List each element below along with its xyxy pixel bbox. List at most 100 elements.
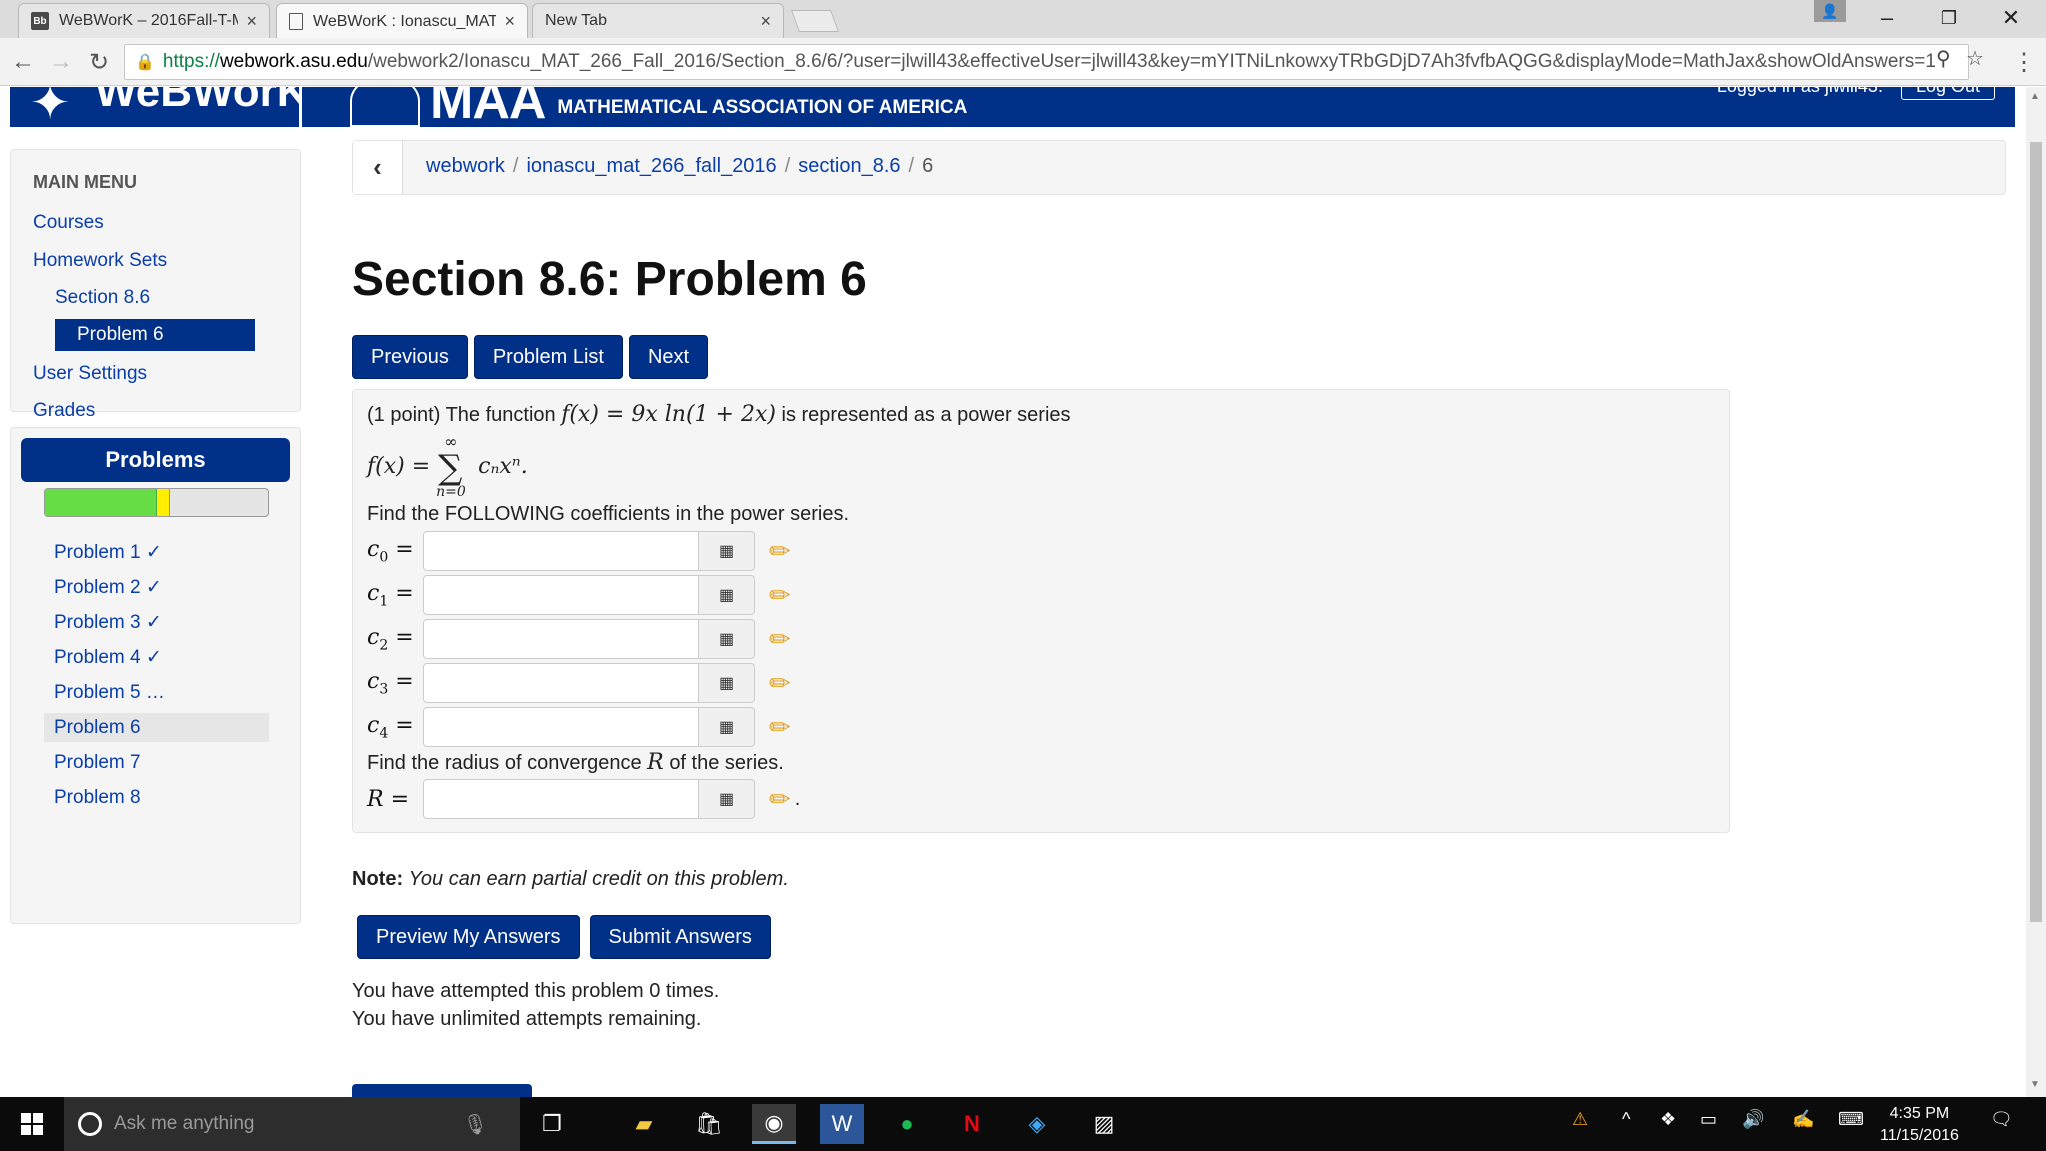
answer-input-c2[interactable] — [423, 619, 699, 659]
keypad-icon[interactable]: ▦ — [699, 531, 755, 571]
problem-list-button[interactable]: Problem List — [473, 335, 623, 379]
chrome-icon[interactable]: ◉ — [752, 1104, 796, 1144]
pencil-icon[interactable]: ✏ — [769, 580, 791, 611]
problems-panel: Problems Problem 1 ✓ Problem 2 ✓ Problem… — [10, 427, 301, 924]
photos-icon[interactable]: ▨ — [1082, 1104, 1126, 1144]
problem-link[interactable]: Problem 4 ✓ — [44, 643, 269, 672]
microphone-icon[interactable]: 🎙 — [463, 1112, 488, 1137]
sidebar-item-grades[interactable]: Grades — [33, 400, 95, 422]
maa-logo[interactable]: MAA MATHEMATICAL ASSOCIATION OF AMERICA — [350, 87, 967, 131]
answer-input-c3[interactable] — [423, 663, 699, 703]
page-viewport: ✦ WeBWorK MAA MATHEMATICAL ASSOCIATION O… — [0, 87, 2026, 1097]
browser-tab-webwork[interactable]: WeBWorK : Ionascu_MAT × — [276, 3, 528, 39]
pencil-icon[interactable]: ✏ — [769, 784, 791, 815]
windows-taskbar: Ask me anything 🎙 ❐ ▰ 🛍 ◉ W ● N ◈ ▨ ⚠ ^ … — [0, 1097, 2046, 1151]
keyboard-icon[interactable]: ⌨ — [1838, 1109, 1864, 1130]
back-arrow-icon[interactable]: ← — [8, 48, 38, 76]
browser-tab-new[interactable]: New Tab × — [532, 3, 784, 38]
find-radius-prefix: Find the radius of convergence — [367, 752, 642, 774]
problem-link[interactable]: Problem 5 … — [44, 678, 269, 707]
system-clock[interactable]: 4:35 PM 11/15/2016 — [1880, 1103, 1959, 1147]
app-icon[interactable]: ◈ — [1015, 1104, 1059, 1144]
breadcrumb-link[interactable]: ionascu_mat_266_fall_2016 — [526, 155, 776, 178]
close-window-icon[interactable]: ✕ — [1980, 0, 2042, 36]
answer-label: c1 = — [367, 580, 414, 610]
volume-icon[interactable]: 🔊 — [1742, 1109, 1764, 1130]
close-icon[interactable]: × — [246, 11, 257, 32]
answer-input-c1[interactable] — [423, 575, 699, 615]
chevron-left-icon[interactable]: ‹ — [353, 141, 403, 194]
answer-input-radius[interactable] — [423, 779, 699, 819]
breadcrumb-link[interactable]: section_8.6 — [798, 155, 900, 178]
function-expression: f(x) = 9x ln(1 + 2x) — [561, 402, 776, 427]
notification-app-icon[interactable]: ⚠ — [1572, 1109, 1588, 1130]
keypad-icon[interactable]: ▦ — [699, 779, 755, 819]
pencil-icon[interactable]: ✏ — [769, 624, 791, 655]
document-icon — [289, 13, 303, 30]
file-explorer-icon[interactable]: ▰ — [622, 1104, 666, 1144]
cortana-search-input[interactable]: Ask me anything 🎙 — [64, 1097, 520, 1151]
breadcrumb-separator: / — [908, 155, 915, 177]
battery-icon[interactable]: ▭ — [1700, 1109, 1717, 1130]
logout-button[interactable]: Log Out — [1900, 87, 1995, 100]
sidebar-item-section[interactable]: Section 8.6 — [55, 287, 150, 309]
scroll-down-icon[interactable]: ▼ — [2030, 1079, 2040, 1090]
reload-icon[interactable]: ↻ — [84, 48, 114, 76]
new-tab-button[interactable] — [790, 10, 840, 32]
keypad-icon[interactable]: ▦ — [699, 575, 755, 615]
browser-menu-icon[interactable]: ⋮ — [2012, 48, 2036, 77]
close-icon[interactable]: × — [760, 11, 771, 32]
url-input[interactable]: 🔒 https://webwork.asu.edu/webwork2/Ionas… — [124, 44, 1969, 80]
close-icon[interactable]: × — [504, 11, 515, 32]
answer-input-c4[interactable] — [423, 707, 699, 747]
keypad-icon[interactable]: ▦ — [699, 619, 755, 659]
intro-suffix: is represented as a power series — [781, 404, 1071, 426]
pen-icon[interactable]: ✍ — [1792, 1109, 1814, 1130]
restore-icon[interactable]: ❐ — [1918, 0, 1980, 36]
answer-input-c0[interactable] — [423, 531, 699, 571]
netflix-icon[interactable]: N — [950, 1104, 994, 1144]
minimize-icon[interactable]: – — [1856, 0, 1918, 36]
pencil-icon[interactable]: ✏ — [769, 712, 791, 743]
sidebar-item-courses[interactable]: Courses — [33, 212, 104, 234]
submit-answers-button[interactable]: Submit Answers — [589, 915, 771, 959]
forward-arrow-icon[interactable]: → — [46, 48, 76, 76]
breadcrumb-link[interactable]: webwork — [426, 155, 505, 178]
problem-link[interactable]: Problem 3 ✓ — [44, 608, 269, 637]
pencil-icon[interactable]: ✏ — [769, 536, 791, 567]
zoom-icon[interactable]: ⚲ — [1936, 46, 1951, 71]
sidebar-item-homework-sets[interactable]: Homework Sets — [33, 250, 167, 272]
partial-button[interactable] — [352, 1084, 532, 1097]
chevron-up-icon[interactable]: ^ — [1622, 1109, 1630, 1130]
problem-link[interactable]: Problem 2 ✓ — [44, 573, 269, 602]
keypad-icon[interactable]: ▦ — [699, 707, 755, 747]
keypad-icon[interactable]: ▦ — [699, 663, 755, 703]
pencil-icon[interactable]: ✏ — [769, 668, 791, 699]
windows-start-button[interactable] — [0, 1097, 64, 1151]
bookmark-star-icon[interactable]: ☆ — [1966, 46, 1984, 71]
breadcrumb: ‹ webwork / ionascu_mat_266_fall_2016 / … — [352, 140, 2006, 195]
scroll-thumb[interactable] — [2030, 142, 2042, 922]
previous-button[interactable]: Previous — [352, 335, 468, 379]
page-scrollbar[interactable]: ▲ ▼ — [2026, 87, 2046, 1097]
logo-text: WeBWorK — [95, 87, 302, 116]
problem-link[interactable]: Problem 7 — [44, 748, 269, 777]
next-button[interactable]: Next — [628, 335, 709, 379]
browser-tab-blackboard[interactable]: Bb WeBWorK – 2016Fall-T-M × — [18, 3, 270, 38]
action-center-icon[interactable]: 🗨 — [1990, 1109, 2013, 1130]
sidebar-item-user-settings[interactable]: User Settings — [33, 363, 147, 385]
note-label: Note: — [352, 868, 404, 890]
preview-answers-button[interactable]: Preview My Answers — [357, 915, 580, 959]
spotify-icon[interactable]: ● — [885, 1104, 929, 1144]
problem-link[interactable]: Problem 8 — [44, 783, 269, 812]
problem-link[interactable]: Problem 1 ✓ — [44, 538, 269, 567]
sidebar-item-problem[interactable]: Problem 6 — [55, 319, 255, 351]
problem-link-current[interactable]: Problem 6 — [44, 713, 269, 742]
task-view-icon[interactable]: ❐ — [530, 1104, 574, 1144]
word-icon[interactable]: W — [820, 1104, 864, 1144]
dropbox-icon[interactable]: ❖ — [1660, 1109, 1676, 1130]
store-icon[interactable]: 🛍 — [687, 1104, 731, 1144]
scroll-up-icon[interactable]: ▲ — [2030, 91, 2040, 102]
webwork-logo[interactable]: ✦ WeBWorK — [10, 87, 302, 127]
profile-icon[interactable]: 👤 — [1814, 0, 1846, 22]
